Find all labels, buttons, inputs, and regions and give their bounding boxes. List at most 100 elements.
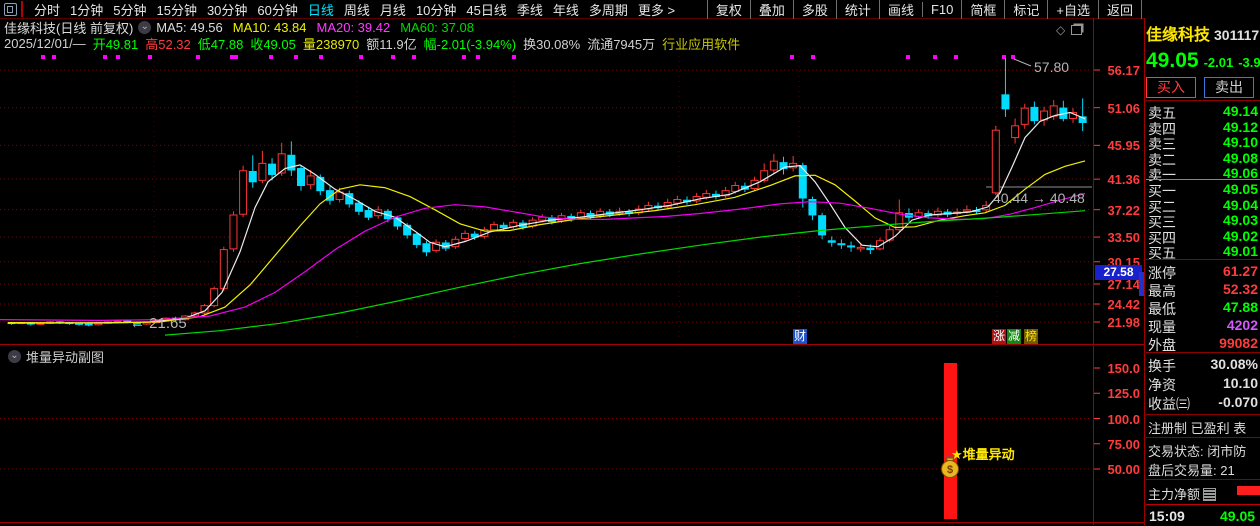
candle-body <box>412 233 421 245</box>
candle-body <box>866 247 875 251</box>
signal-marker <box>319 55 323 59</box>
candle-body <box>499 224 508 229</box>
ticker-last-price: 49.05 <box>1220 508 1256 524</box>
sub-tick-0: 150.0 <box>1107 361 1140 376</box>
signal-marker <box>906 55 910 59</box>
info-field-0: 2025/12/01/— <box>4 36 86 51</box>
panel-divider <box>1146 504 1260 505</box>
chevron-down-icon[interactable]: ⌄ <box>138 21 152 34</box>
badge-榜[interactable]: 榜 <box>1024 329 1039 344</box>
signal-marker <box>954 55 958 59</box>
subchart-title: 堆量异动副图 <box>26 350 105 365</box>
price-tick-3: 41.36 <box>1107 172 1140 188</box>
stat-label: 涨停 <box>1148 265 1176 281</box>
stat-涨停: 涨停 61.27 <box>1148 263 1258 283</box>
candle-body <box>818 215 827 236</box>
signal-marker <box>462 55 466 59</box>
subchart-divider <box>0 344 1144 345</box>
stat-value: 30.08% <box>1210 356 1258 372</box>
signal-marker <box>512 55 516 59</box>
candle-body <box>1011 125 1020 139</box>
stat-value: 61.27 <box>1222 263 1258 279</box>
badge-减[interactable]: 减 <box>1007 329 1022 344</box>
book-row-买五[interactable]: 买五 49.01 <box>1148 243 1258 263</box>
candle-body <box>113 320 122 323</box>
candle-body <box>84 323 93 326</box>
candle-body <box>277 153 286 174</box>
candle-body <box>856 246 865 250</box>
ma-label-2: MA20: 39.42 <box>316 20 391 35</box>
diamond-icon[interactable]: ◇ <box>1056 23 1065 37</box>
maximize-icon[interactable] <box>1071 25 1083 35</box>
candle-body <box>354 202 363 212</box>
ohlc-info-line: 2025/12/01/— 开49.81 高52.32 低47.88 收49.05 量238… <box>4 36 747 52</box>
info-field-4: 收49.05 <box>250 37 296 52</box>
candle-body <box>847 245 856 248</box>
price-change-pct: -3.94% <box>1238 55 1260 70</box>
candle-body <box>364 210 373 218</box>
chevron-down-icon[interactable]: ⌄ <box>8 350 21 363</box>
sub-tick-4: 50.00 <box>1107 462 1140 477</box>
badge-财[interactable]: 财 <box>793 329 808 344</box>
stat-label: 最低 <box>1148 301 1176 317</box>
candle-body <box>991 129 1000 194</box>
signal-marker <box>269 55 273 59</box>
badge-涨[interactable]: 涨 <box>992 329 1007 344</box>
registration-status: 注册制 已盈利 表 <box>1148 421 1247 436</box>
main-flow-label: 主力净额 <box>1148 487 1201 502</box>
signal-marker <box>234 55 238 59</box>
quote-panel: 佳缘科技301117 49.05-2.01-3.94% 买入 卖出 卖五49.1… <box>1146 18 1260 526</box>
candle-body <box>268 163 277 175</box>
trading-app-window: 57.80 ← 21.65 40.44 → 40.48 $ 分时 1分钟 5分钟 15分钟 3… <box>0 0 1260 526</box>
subchart-header: ⌄ 堆量异动副图 <box>3 347 104 366</box>
list-icon[interactable] <box>1203 488 1217 501</box>
stat-label: 现量 <box>1148 319 1176 335</box>
low-annotation: ← 21.65 <box>130 315 187 332</box>
stat-value: 4202 <box>1226 317 1258 333</box>
price-highlight-badge: 27.58 <box>1095 265 1142 280</box>
ticker-time: 15:09 <box>1149 508 1185 524</box>
sub-tick-1: 125.0 <box>1107 386 1140 402</box>
ma-legend: MA5: 49.56 MA10: 43.84 MA20: 39.42 MA60: 37… <box>156 20 484 35</box>
svg-text:$: $ <box>947 464 953 476</box>
signal-marker <box>230 55 234 59</box>
stat-value: 47.88 <box>1222 299 1258 315</box>
signal-annotation: ★堆量异动 <box>951 447 1015 462</box>
candle-body <box>769 160 778 171</box>
panel-border-line <box>1144 18 1145 525</box>
signal-marker <box>103 55 107 59</box>
candle-body <box>1001 94 1010 110</box>
stat-value: 52.32 <box>1222 281 1258 297</box>
buy-button[interactable]: 买入 <box>1146 77 1196 98</box>
trade-status: 交易状态: 闭市防 <box>1148 444 1247 459</box>
signal-marker <box>412 55 416 59</box>
candle-body <box>316 176 325 192</box>
sell-button[interactable]: 卖出 <box>1204 77 1254 98</box>
signal-marker <box>391 55 395 59</box>
candle-body <box>297 168 305 186</box>
stock-code: 301117 <box>1214 27 1260 43</box>
stat-最高: 最高 52.32 <box>1148 281 1258 301</box>
stat-净资: 净资 10.10 <box>1148 375 1258 395</box>
signal-marker <box>294 55 298 59</box>
info-field-7: 幅-2.01(-3.94%) <box>423 37 517 52</box>
last-price: 49.05 <box>1146 49 1199 72</box>
candle-body <box>962 209 971 212</box>
price-change: -2.01 <box>1203 55 1234 70</box>
stat-value: -0.070 <box>1218 394 1258 410</box>
panel-divider <box>1146 352 1260 353</box>
stat-value: 10.10 <box>1222 375 1258 391</box>
signal-marker <box>116 55 120 59</box>
high-annotation: 57.80 <box>1034 59 1069 75</box>
high-pointer-line <box>1013 58 1032 67</box>
chart-corner-icons: ◇ <box>1056 23 1083 37</box>
stat-收益㈢: 收益㈢ -0.070 <box>1148 394 1258 414</box>
signal-marker <box>811 55 815 59</box>
stat-label: 净资 <box>1148 377 1176 393</box>
chart-header: 佳缘科技(日线 前复权) ⌄ MA5: 49.56 MA10: 43.84 MA20… <box>4 20 484 36</box>
bottom-border <box>0 522 1144 523</box>
price-tick-9: 21.98 <box>1107 315 1140 330</box>
signal-bar <box>944 363 957 519</box>
book-label: 买五 <box>1148 245 1176 262</box>
price-tick-5: 33.50 <box>1107 230 1140 246</box>
